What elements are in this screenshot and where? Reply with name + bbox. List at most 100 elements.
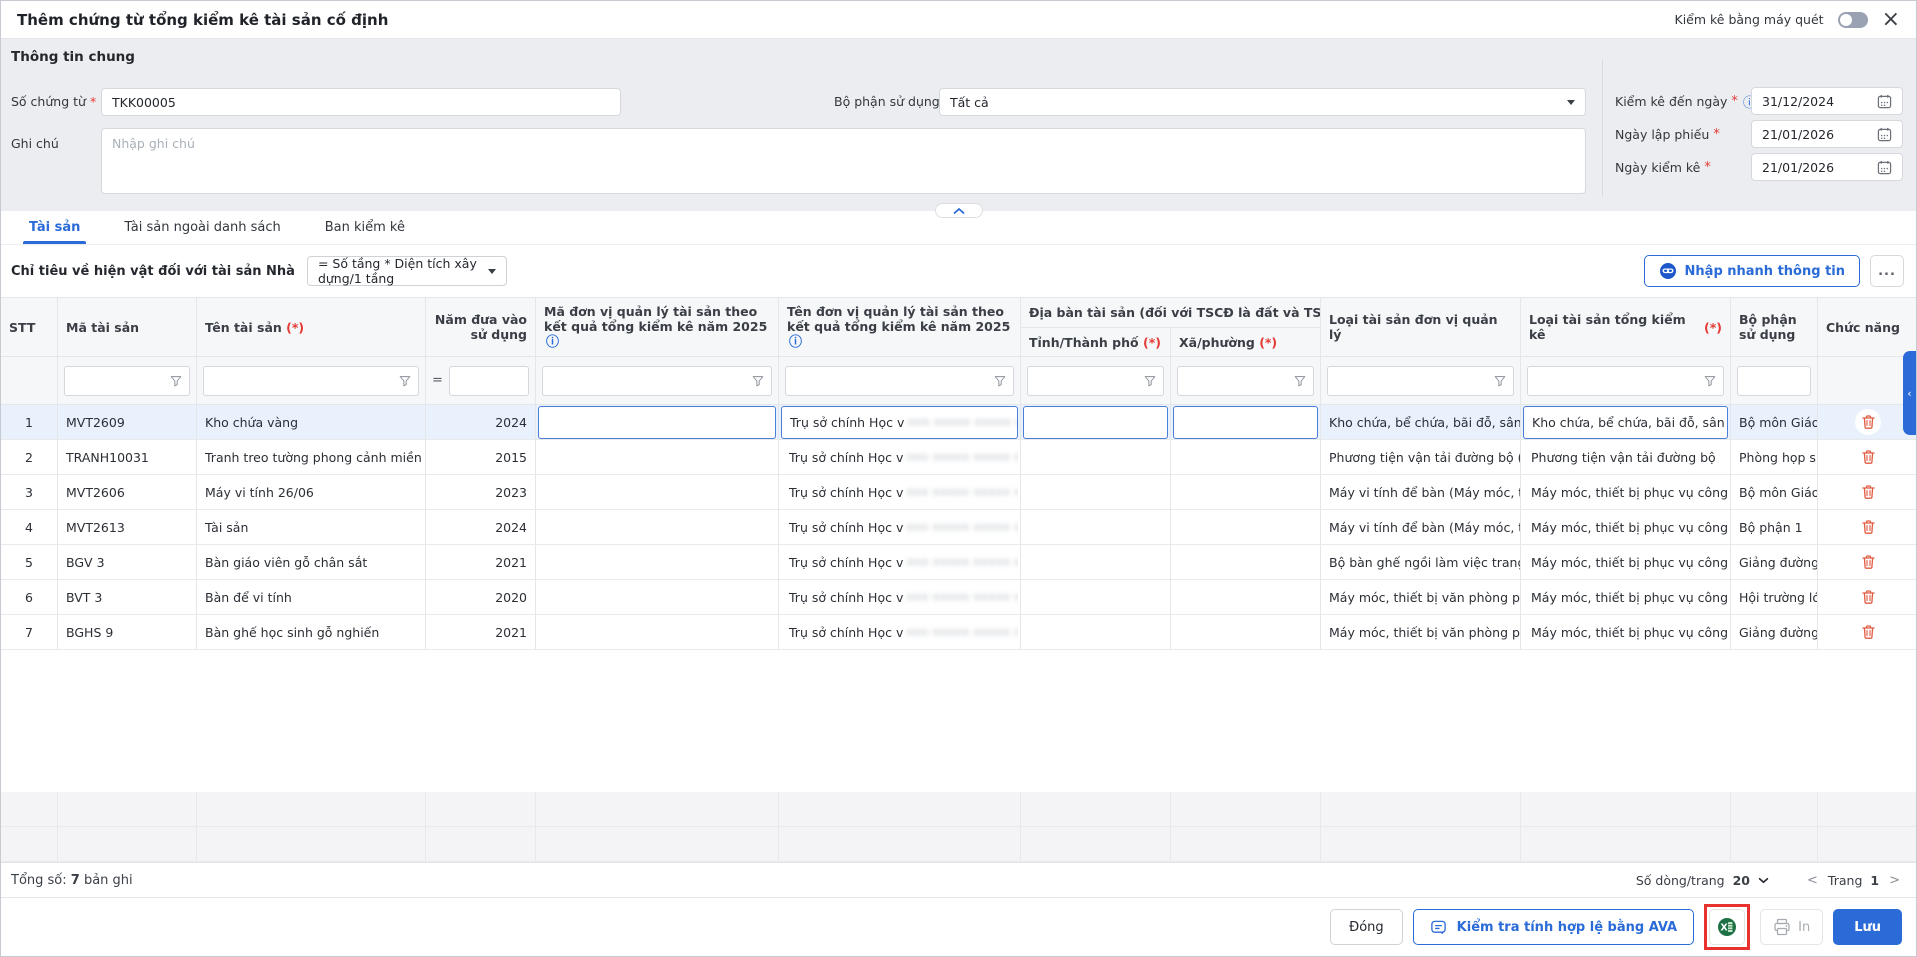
- calendar-icon[interactable]: [1877, 127, 1892, 142]
- filter-input-department[interactable]: [1737, 366, 1811, 396]
- type-inventory-input[interactable]: Máy móc, thiết bị phục vụ công...: [1523, 615, 1728, 649]
- unit-name-input[interactable]: Trụ sở chính Học v••• ••••• ••••• ••: [781, 406, 1018, 439]
- cell-unit-code[interactable]: [536, 615, 779, 649]
- ward-input[interactable]: [1173, 475, 1318, 509]
- type-inventory-input[interactable]: Kho chứa, bể chứa, bãi đỗ, sân ...: [1523, 406, 1728, 439]
- province-input[interactable]: [1023, 545, 1168, 579]
- col-header-code[interactable]: Mã tài sản: [58, 298, 197, 356]
- unit-name-input[interactable]: Trụ sở chính Học v••• ••••• ••••• ••: [781, 580, 1018, 614]
- filter-input-type-unit[interactable]: [1327, 366, 1514, 396]
- table-row[interactable]: 2 TRANH10031 Tranh treo tường phong cảnh…: [1, 440, 1916, 475]
- validate-ava-button[interactable]: Kiểm tra tính hợp lệ bằng AVA: [1413, 909, 1694, 945]
- unit-name-input[interactable]: Trụ sở chính Học v••• ••••• ••••• ••: [781, 475, 1018, 509]
- cell-type-inventory[interactable]: Máy móc, thiết bị phục vụ công...: [1521, 475, 1731, 509]
- cell-unit-code[interactable]: [536, 510, 779, 544]
- filter-operator[interactable]: =: [432, 373, 443, 388]
- created-date-input[interactable]: 21/01/2026: [1751, 120, 1903, 148]
- tab-tai-san-ngoai-danh-sach[interactable]: Tài sản ngoài danh sách: [124, 211, 280, 244]
- print-button[interactable]: In: [1760, 909, 1823, 945]
- cell-ward[interactable]: [1171, 475, 1321, 509]
- rows-per-page-select[interactable]: Số dòng/trang 20: [1636, 873, 1769, 888]
- cell-province[interactable]: [1021, 510, 1171, 544]
- unit-name-input[interactable]: Trụ sở chính Học v••• ••••• ••••• ••: [781, 440, 1018, 474]
- unit-code-input[interactable]: [538, 440, 776, 474]
- col-header-name[interactable]: Tên tài sản (*): [197, 298, 426, 356]
- cell-unit-name[interactable]: Trụ sở chính Học v••• ••••• ••••• ••: [779, 545, 1021, 579]
- unit-name-input[interactable]: Trụ sở chính Học v••• ••••• ••••• ••: [781, 615, 1018, 649]
- col-header-type-inventory[interactable]: Loại tài sản tổng kiểm kê (*): [1521, 298, 1731, 356]
- col-header-type-unit[interactable]: Loại tài sản đơn vị quản lý: [1321, 298, 1521, 356]
- ward-input[interactable]: [1173, 406, 1318, 439]
- cell-unit-name[interactable]: Trụ sở chính Học v••• ••••• ••••• ••: [779, 440, 1021, 474]
- delete-row-button[interactable]: [1855, 619, 1881, 645]
- ward-input[interactable]: [1173, 580, 1318, 614]
- cell-province[interactable]: [1021, 440, 1171, 474]
- type-inventory-input[interactable]: Máy móc, thiết bị phục vụ công...: [1523, 510, 1728, 544]
- filter-input-unit-name[interactable]: [785, 366, 1014, 396]
- unit-code-input[interactable]: [538, 580, 776, 614]
- close-icon[interactable]: ×: [1882, 9, 1900, 31]
- filter-input-name[interactable]: [203, 366, 419, 396]
- close-button[interactable]: Đóng: [1330, 909, 1403, 945]
- collapse-section-button[interactable]: [935, 203, 983, 218]
- cell-type-inventory[interactable]: Máy móc, thiết bị phục vụ công...: [1521, 580, 1731, 614]
- cell-type-inventory[interactable]: Phương tiện vận tải đường bộ: [1521, 440, 1731, 474]
- filter-icon[interactable]: [1493, 374, 1507, 388]
- province-input[interactable]: [1023, 406, 1168, 439]
- province-input[interactable]: [1023, 615, 1168, 649]
- cell-unit-code[interactable]: [536, 405, 779, 439]
- delete-row-button[interactable]: [1855, 584, 1881, 610]
- filter-icon[interactable]: [1143, 374, 1157, 388]
- delete-row-button[interactable]: [1855, 479, 1881, 505]
- current-page[interactable]: 1: [1870, 873, 1879, 888]
- unit-code-input[interactable]: [538, 510, 776, 544]
- calendar-icon[interactable]: [1877, 160, 1892, 175]
- unit-code-input[interactable]: [538, 615, 776, 649]
- prev-page-button[interactable]: <: [1805, 873, 1820, 888]
- ward-input[interactable]: [1173, 615, 1318, 649]
- cell-province[interactable]: [1021, 615, 1171, 649]
- filter-input-type-inventory[interactable]: [1527, 366, 1724, 396]
- calendar-icon[interactable]: [1877, 94, 1892, 109]
- cell-unit-code[interactable]: [536, 545, 779, 579]
- cell-unit-code[interactable]: [536, 440, 779, 474]
- table-row[interactable]: 3 MVT2606 Máy vi tính 26/06 2023 Trụ sở …: [1, 475, 1916, 510]
- unit-code-input[interactable]: [538, 545, 776, 579]
- cell-unit-name[interactable]: Trụ sở chính Học v••• ••••• ••••• ••: [779, 405, 1021, 439]
- filter-icon[interactable]: [1703, 374, 1717, 388]
- cell-ward[interactable]: [1171, 615, 1321, 649]
- save-button[interactable]: Lưu: [1833, 909, 1902, 945]
- criteria-select[interactable]: = Số tầng * Diện tích xây dựng/1 tầng: [307, 256, 507, 286]
- more-options-button[interactable]: ...: [1870, 255, 1904, 287]
- cell-province[interactable]: [1021, 580, 1171, 614]
- table-row[interactable]: 7 BGHS 9 Bàn ghế học sinh gỗ nghiến 2021…: [1, 615, 1916, 650]
- unit-name-input[interactable]: Trụ sở chính Học v••• ••••• ••••• ••: [781, 545, 1018, 579]
- type-inventory-input[interactable]: Máy móc, thiết bị phục vụ công...: [1523, 475, 1728, 509]
- filter-input-code[interactable]: [64, 366, 190, 396]
- quick-fill-button[interactable]: Nhập nhanh thông tin: [1644, 255, 1860, 287]
- info-icon[interactable]: ⓘ: [546, 335, 559, 350]
- tab-tai-san[interactable]: Tài sản: [29, 211, 80, 244]
- cell-unit-name[interactable]: Trụ sở chính Học v••• ••••• ••••• ••: [779, 475, 1021, 509]
- cell-ward[interactable]: [1171, 510, 1321, 544]
- info-icon[interactable]: ⓘ: [789, 335, 802, 350]
- col-header-unit-code[interactable]: Mã đơn vị quản lý tài sản theo kết quả t…: [536, 298, 779, 356]
- filter-input-unit-code[interactable]: [542, 366, 772, 396]
- cell-type-inventory[interactable]: Máy móc, thiết bị phục vụ công...: [1521, 615, 1731, 649]
- ward-input[interactable]: [1173, 545, 1318, 579]
- cell-unit-code[interactable]: [536, 475, 779, 509]
- cell-unit-code[interactable]: [536, 580, 779, 614]
- delete-row-button[interactable]: [1855, 409, 1881, 435]
- col-header-stt[interactable]: STT: [1, 298, 58, 356]
- table-row[interactable]: 5 BGV 3 Bàn giáo viên gỗ chân sắt 2021 T…: [1, 545, 1916, 580]
- type-inventory-input[interactable]: Máy móc, thiết bị phục vụ công...: [1523, 545, 1728, 579]
- next-page-button[interactable]: >: [1887, 873, 1902, 888]
- col-header-province[interactable]: Tỉnh/Thành phố (*): [1021, 328, 1171, 356]
- ward-input[interactable]: [1173, 440, 1318, 474]
- unit-code-input[interactable]: [538, 406, 776, 439]
- cell-ward[interactable]: [1171, 545, 1321, 579]
- export-excel-button[interactable]: X: [1709, 909, 1745, 945]
- province-input[interactable]: [1023, 510, 1168, 544]
- cell-unit-name[interactable]: Trụ sở chính Học v••• ••••• ••••• ••: [779, 615, 1021, 649]
- filter-input-year[interactable]: [449, 366, 529, 396]
